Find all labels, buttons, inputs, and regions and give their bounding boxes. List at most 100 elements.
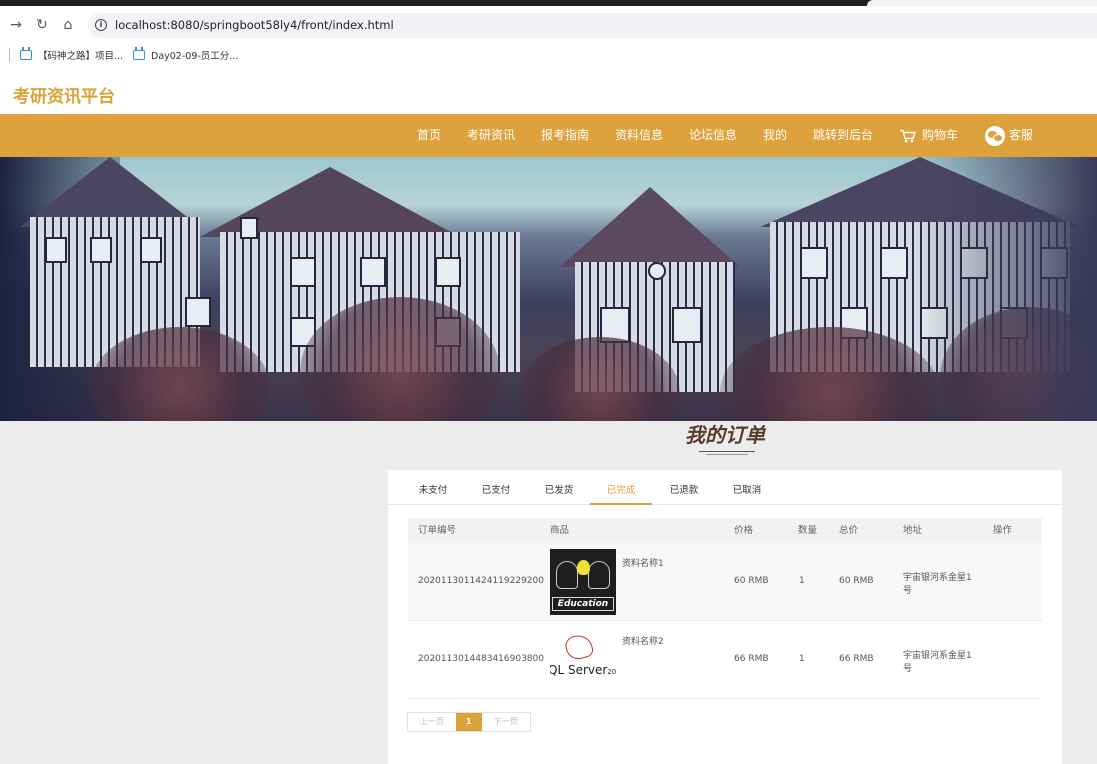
bilibili-icon	[133, 47, 145, 60]
thumb-head	[556, 561, 578, 589]
nav-label: 考研资讯	[467, 128, 516, 142]
nav-label: 跳转到后台	[813, 128, 874, 142]
site-logo[interactable]: 考研资讯平台	[13, 82, 115, 107]
col-order-no: 订单编号	[418, 525, 457, 536]
col-price: 价格	[734, 525, 754, 536]
banner-clock	[648, 262, 666, 280]
bookmarks-bar: 【码神之路】项目... Day02-09-员工分...	[0, 44, 1097, 66]
nav-label: 资料信息	[615, 128, 664, 142]
price: 60 RMB	[734, 576, 769, 586]
banner-window	[672, 307, 702, 343]
reload-icon[interactable]: ↻	[34, 17, 50, 33]
nav-label: 报考指南	[541, 128, 590, 142]
nav-label: 购物车	[922, 128, 959, 142]
nav-news[interactable]: 考研资讯	[467, 114, 515, 157]
site-info-icon[interactable]: i	[95, 19, 107, 31]
url-field[interactable]: i localhost:8080/springboot58ly4/front/i…	[88, 13, 1097, 38]
bookmark-item[interactable]: Day02-09-员工分...	[133, 47, 238, 63]
nav-mine[interactable]: 我的	[763, 114, 787, 157]
banner-roof	[560, 187, 740, 267]
nav-label: 我的	[763, 128, 788, 142]
orders-panel: 未支付 已支付 已发货 已完成 已退款 已取消 订单编号 商品 价格 数量 总价…	[388, 470, 1062, 764]
tab-paid[interactable]: 已支付	[471, 470, 521, 505]
nav-materials[interactable]: 资料信息	[615, 114, 663, 157]
banner-window	[45, 237, 67, 263]
tab-refunded[interactable]: 已退款	[659, 470, 709, 505]
table-row[interactable]: 2020113014483416903800 QL Server201 资料名称…	[408, 621, 1042, 699]
price: 66 RMB	[734, 654, 769, 664]
thumb-caption-main: QL Server	[550, 663, 608, 677]
banner-window	[140, 237, 162, 263]
total-price: 66 RMB	[839, 654, 874, 664]
banner-window	[880, 247, 908, 279]
product-thumbnail[interactable]: Education	[550, 549, 616, 615]
main-nav: 首页 考研资讯 报考指南 资料信息 论坛信息 我的 跳转到后台 购物车 客服	[0, 114, 1097, 157]
thumb-caption: QL Server201	[550, 663, 616, 677]
prev-page-button[interactable]: 上一页	[408, 713, 456, 731]
quantity: 1	[799, 576, 805, 586]
banner-window	[360, 257, 386, 287]
bookmarks-divider	[9, 48, 10, 62]
next-page-button[interactable]: 下一页	[481, 713, 530, 731]
url-text: localhost:8080/springboot58ly4/front/ind…	[115, 18, 394, 32]
table-row[interactable]: 2020113011424119229200 Education 资料名称1 6…	[408, 543, 1042, 621]
cart-icon	[900, 129, 916, 142]
bilibili-icon	[20, 47, 32, 60]
nav-label: 首页	[417, 128, 442, 142]
nav-home[interactable]: 首页	[417, 114, 441, 157]
address-line: 号	[903, 664, 913, 674]
tab-unpaid[interactable]: 未支付	[408, 470, 458, 505]
banner-window	[240, 217, 258, 239]
thumb-head	[588, 561, 610, 589]
nav-admin[interactable]: 跳转到后台	[813, 114, 873, 157]
address-line: 号	[903, 586, 913, 596]
col-product: 商品	[550, 525, 570, 536]
title-divider	[699, 451, 755, 452]
bookmark-label: 【码神之路】项目...	[38, 51, 124, 62]
tab-completed[interactable]: 已完成	[590, 470, 652, 505]
site-header: 考研资讯平台	[0, 66, 1097, 114]
product-name[interactable]: 资料名称2	[622, 634, 664, 647]
nav-forum[interactable]: 论坛信息	[689, 114, 737, 157]
pagination: 上一页 1 下一页	[407, 712, 531, 732]
page-title: 我的订单	[685, 423, 765, 447]
thumb-caption-year: 201	[607, 668, 616, 676]
total-price: 60 RMB	[839, 576, 874, 586]
banner-roof	[200, 167, 460, 237]
bookmark-label: Day02-09-员工分...	[151, 51, 239, 62]
address-bar-row: → ↻ ⌂ i localhost:8080/springboot58ly4/f…	[0, 6, 1097, 44]
quantity: 1	[799, 654, 805, 664]
product-thumbnail[interactable]: QL Server201	[550, 627, 616, 693]
nav-label: 客服	[1009, 128, 1034, 142]
hero-banner	[0, 157, 1097, 421]
banner-window	[90, 237, 112, 263]
nav-guide[interactable]: 报考指南	[541, 114, 589, 157]
banner-shade-right	[917, 157, 1097, 421]
title-divider	[706, 454, 748, 455]
order-status-tabs: 未支付 已支付 已发货 已完成 已退款 已取消	[388, 470, 1062, 505]
col-address: 地址	[903, 525, 923, 536]
product-name[interactable]: 资料名称1	[622, 556, 664, 569]
address-line: 宇宙银河系金星1	[903, 651, 972, 661]
thumb-caption: Education	[552, 597, 614, 611]
nav-cart[interactable]: 购物车	[899, 114, 958, 157]
nav-service[interactable]: 客服	[985, 114, 1033, 157]
banner-window	[290, 257, 316, 287]
bookmark-item[interactable]: 【码神之路】项目...	[20, 47, 123, 63]
nav-label: 论坛信息	[689, 128, 738, 142]
table-header: 订单编号 商品 价格 数量 总价 地址 操作	[408, 518, 1042, 543]
col-total: 总价	[839, 525, 859, 536]
banner-window	[800, 247, 828, 279]
banner-window	[185, 297, 211, 327]
banner-window	[435, 257, 461, 287]
sql-server-logo	[563, 632, 595, 662]
order-number: 2020113011424119229200	[418, 576, 544, 586]
home-icon[interactable]: ⌂	[60, 17, 76, 33]
forward-arrow-icon[interactable]: →	[8, 17, 24, 33]
order-number: 2020113014483416903800	[418, 654, 544, 664]
tab-shipped[interactable]: 已发货	[534, 470, 584, 505]
wechat-icon	[985, 125, 1005, 146]
tab-cancelled[interactable]: 已取消	[722, 470, 772, 505]
address-line: 宇宙银河系金星1	[903, 573, 972, 583]
page-number-button[interactable]: 1	[456, 713, 482, 731]
